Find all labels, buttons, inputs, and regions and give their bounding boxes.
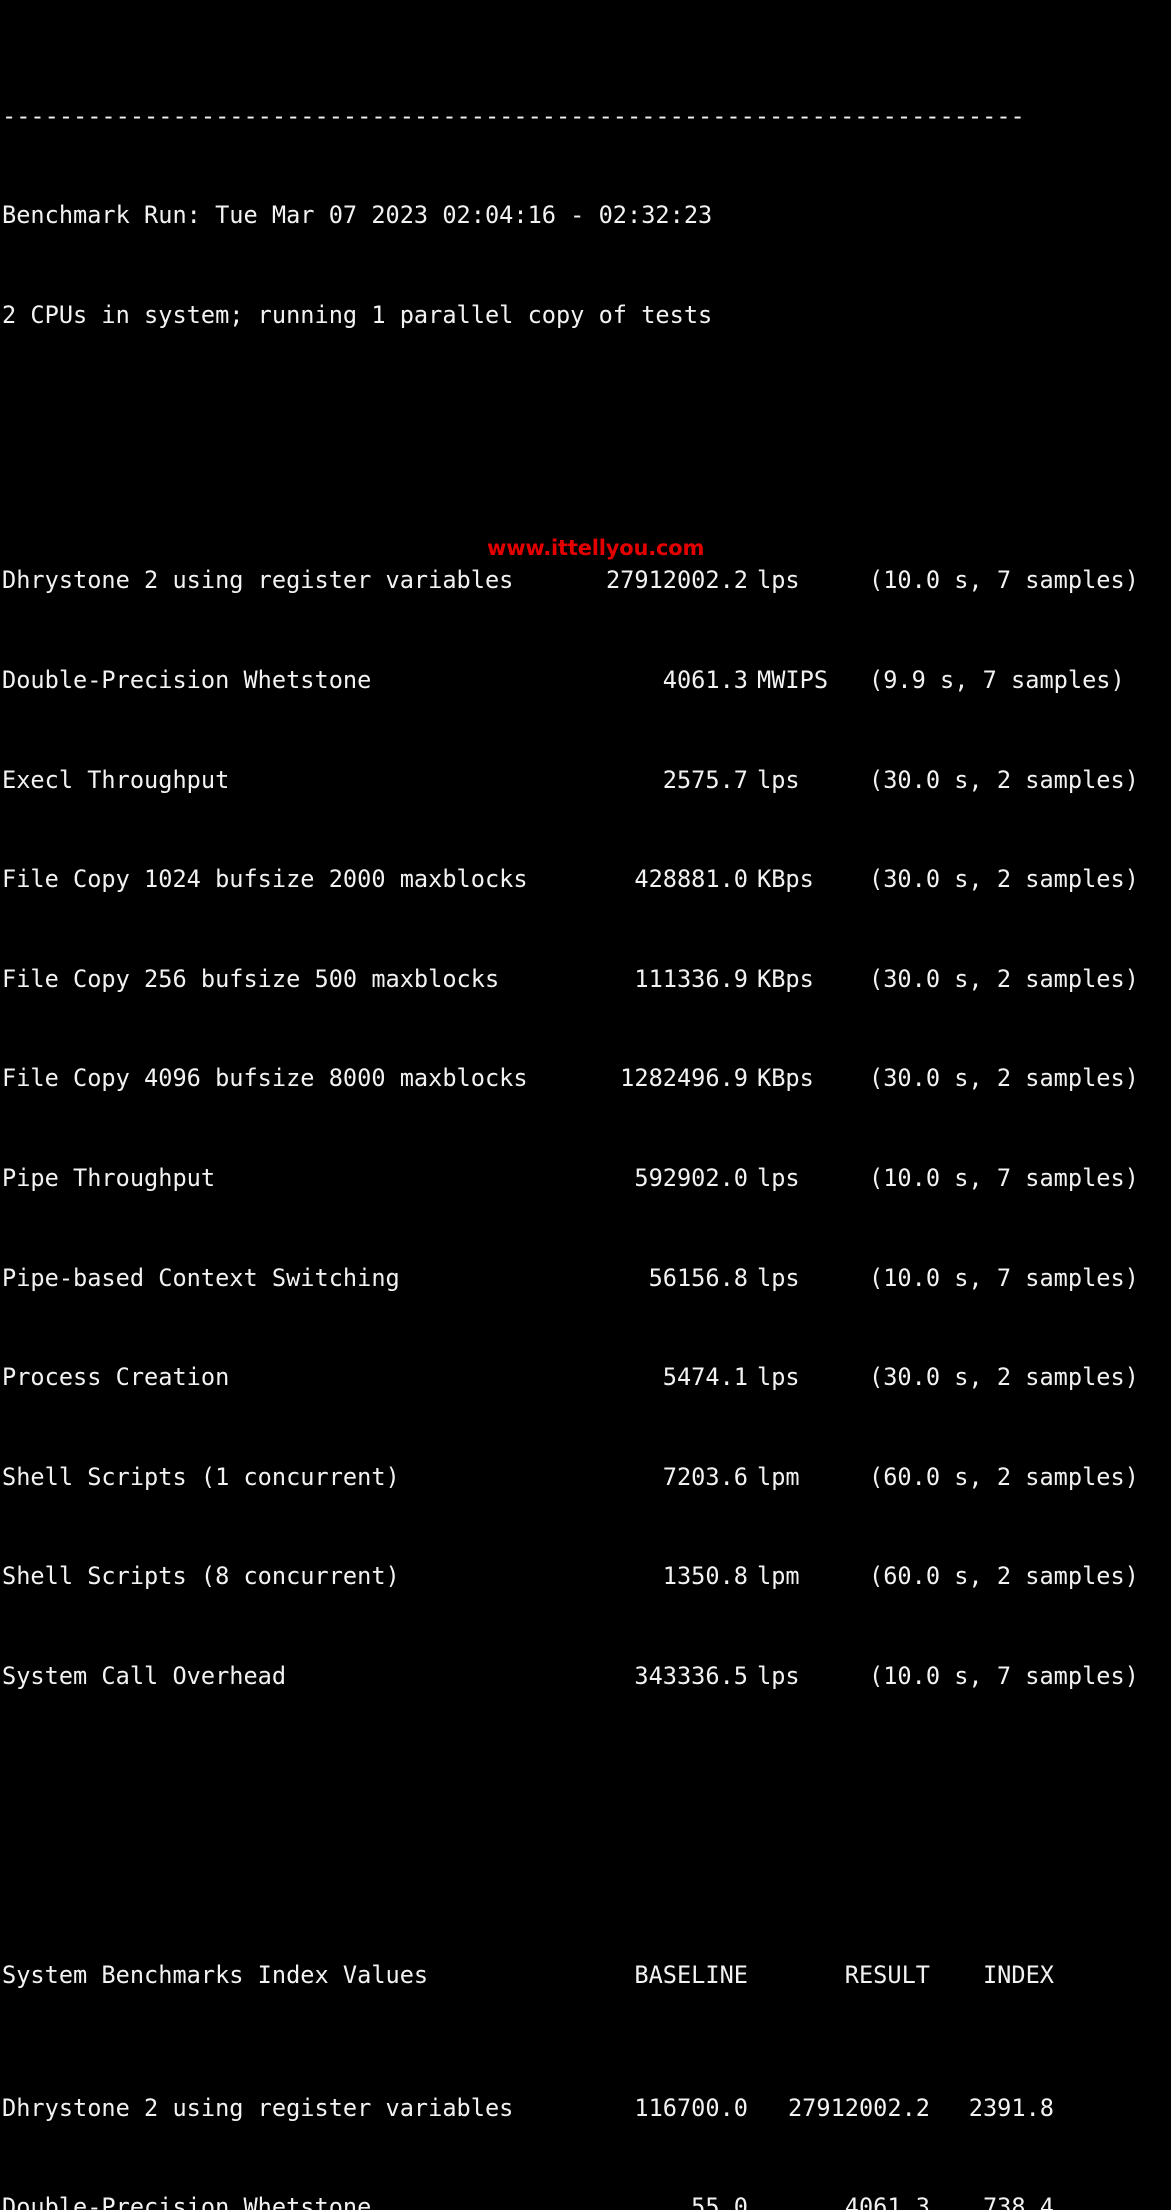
result-value: 428881.0 bbox=[634, 865, 748, 894]
result-timing: (30.0 s, 2 samples) bbox=[869, 964, 1139, 993]
result-value: 111336.9 bbox=[634, 964, 748, 993]
result-value: 592902.0 bbox=[634, 1163, 748, 1192]
result-unit: lps bbox=[757, 566, 800, 595]
terminal-output: ----------------------------------------… bbox=[0, 0, 1171, 2210]
result-row: Pipe-based Context Switching 56156.8 lps… bbox=[0, 1262, 1171, 1295]
result-row: Shell Scripts (1 concurrent) 7203.6 lpm … bbox=[0, 1461, 1171, 1494]
index-row-label: Dhrystone 2 using register variables bbox=[2, 2093, 514, 2122]
result-label: Double-Precision Whetstone bbox=[2, 665, 372, 694]
index-table-title: System Benchmarks Index Values bbox=[2, 1960, 429, 1989]
result-unit: lps bbox=[757, 1263, 800, 1292]
result-row: System Call Overhead 343336.5 lps (10.0 … bbox=[0, 1660, 1171, 1693]
result-value: 1350.8 bbox=[662, 1562, 748, 1591]
result-label: Process Creation bbox=[2, 1363, 230, 1392]
index-row-baseline: 116700.0 bbox=[634, 2093, 748, 2122]
column-header-index: INDEX bbox=[982, 1960, 1054, 1989]
result-timing: (30.0 s, 2 samples) bbox=[869, 1363, 1139, 1392]
result-row: Execl Throughput 2575.7 lps (30.0 s, 2 s… bbox=[0, 764, 1171, 797]
result-timing: (9.9 s, 7 samples) bbox=[869, 665, 1125, 694]
result-value: 27912002.2 bbox=[605, 566, 748, 595]
result-row: Shell Scripts (8 concurrent) 1350.8 lpm … bbox=[0, 1560, 1171, 1593]
result-unit: lps bbox=[757, 1363, 800, 1392]
result-label: Shell Scripts (8 concurrent) bbox=[2, 1562, 400, 1591]
index-row-baseline: 55.0 bbox=[691, 2193, 748, 2210]
result-value: 5474.1 bbox=[662, 1363, 748, 1392]
result-unit: MWIPS bbox=[757, 665, 829, 694]
result-timing: (10.0 s, 7 samples) bbox=[869, 566, 1139, 595]
result-unit: KBps bbox=[757, 964, 814, 993]
result-timing: (60.0 s, 2 samples) bbox=[869, 1562, 1139, 1591]
result-timing: (30.0 s, 2 samples) bbox=[869, 1064, 1139, 1093]
result-value: 2575.7 bbox=[662, 765, 748, 794]
result-timing: (10.0 s, 7 samples) bbox=[869, 1661, 1139, 1690]
result-timing: (10.0 s, 7 samples) bbox=[869, 1263, 1139, 1292]
index-row-result: 4061.3 bbox=[844, 2193, 930, 2210]
index-row-result: 27912002.2 bbox=[787, 2093, 930, 2122]
result-unit: KBps bbox=[757, 865, 814, 894]
result-row: File Copy 1024 bufsize 2000 maxblocks 42… bbox=[0, 863, 1171, 896]
result-value: 4061.3 bbox=[662, 665, 748, 694]
result-label: Pipe-based Context Switching bbox=[2, 1263, 400, 1292]
result-unit: lpm bbox=[757, 1462, 800, 1491]
index-row: Dhrystone 2 using register variables 116… bbox=[0, 2092, 1171, 2125]
index-row-index: 2391.8 bbox=[968, 2093, 1054, 2122]
result-unit: lps bbox=[757, 1661, 800, 1690]
result-unit: lps bbox=[757, 1163, 800, 1192]
result-row: Dhrystone 2 using register variables 279… bbox=[0, 564, 1171, 597]
result-timing: (30.0 s, 2 samples) bbox=[869, 865, 1139, 894]
result-timing: (60.0 s, 2 samples) bbox=[869, 1462, 1139, 1491]
result-value: 343336.5 bbox=[634, 1661, 748, 1690]
result-label: System Call Overhead bbox=[2, 1661, 287, 1690]
cpu-info-line: 2 CPUs in system; running 1 parallel cop… bbox=[2, 300, 713, 329]
result-row: Double-Precision Whetstone 4061.3 MWIPS … bbox=[0, 664, 1171, 697]
result-label: Pipe Throughput bbox=[2, 1163, 216, 1192]
result-unit: lps bbox=[757, 765, 800, 794]
result-value: 1282496.9 bbox=[620, 1064, 748, 1093]
index-table-header: System Benchmarks Index Values BASELINE … bbox=[0, 1959, 1171, 1992]
result-unit: lpm bbox=[757, 1562, 800, 1591]
column-header-result: RESULT bbox=[844, 1960, 930, 1989]
separator-top: ----------------------------------------… bbox=[2, 101, 1025, 130]
benchmark-run-line: Benchmark Run: Tue Mar 07 2023 02:04:16 … bbox=[2, 201, 713, 230]
result-timing: (10.0 s, 7 samples) bbox=[869, 1163, 1139, 1192]
column-header-baseline: BASELINE bbox=[634, 1960, 748, 1989]
index-row: Double-Precision Whetstone 55.0 4061.3 7… bbox=[0, 2191, 1171, 2210]
result-unit: KBps bbox=[757, 1064, 814, 1093]
result-value: 56156.8 bbox=[648, 1263, 748, 1292]
result-row: File Copy 256 bufsize 500 maxblocks 1113… bbox=[0, 963, 1171, 996]
result-label: Execl Throughput bbox=[2, 765, 230, 794]
result-row: File Copy 4096 bufsize 8000 maxblocks 12… bbox=[0, 1062, 1171, 1095]
index-row-index: 738.4 bbox=[982, 2193, 1054, 2210]
index-row-label: Double-Precision Whetstone bbox=[2, 2193, 372, 2210]
result-label: Shell Scripts (1 concurrent) bbox=[2, 1462, 400, 1491]
result-row: Pipe Throughput 592902.0 lps (10.0 s, 7 … bbox=[0, 1162, 1171, 1195]
result-value: 7203.6 bbox=[662, 1462, 748, 1491]
result-row: Process Creation 5474.1 lps (30.0 s, 2 s… bbox=[0, 1361, 1171, 1394]
result-timing: (30.0 s, 2 samples) bbox=[869, 765, 1139, 794]
